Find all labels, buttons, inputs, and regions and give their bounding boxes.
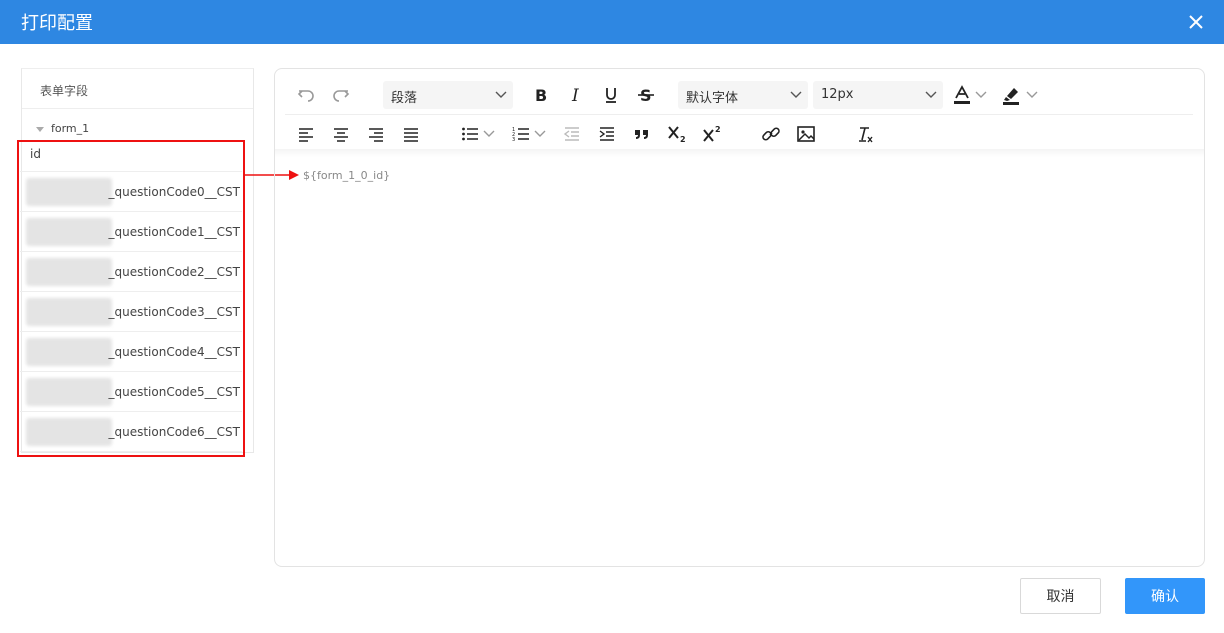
svg-text:I: I: [571, 86, 579, 105]
align-right-icon[interactable]: [363, 121, 389, 147]
cancel-button[interactable]: 取消: [1020, 578, 1101, 614]
field-label: _questionCode0__CST: [108, 185, 240, 199]
blurred-label: [26, 258, 112, 286]
field-label: _questionCode3__CST: [108, 305, 240, 319]
clear-format-icon[interactable]: [852, 121, 878, 147]
rich-text-editor: 段落 B I S 默认字体 12px 1 2 3 2 2 ${form_1_0_…: [274, 68, 1205, 567]
bold-icon[interactable]: B: [528, 82, 554, 108]
numbered-list-icon[interactable]: 123: [508, 121, 534, 147]
field-row-id[interactable]: id: [20, 142, 242, 172]
chevron-down-icon[interactable]: [1024, 82, 1040, 108]
caret-down-icon[interactable]: [36, 126, 44, 132]
image-icon[interactable]: [793, 121, 819, 147]
align-justify-icon[interactable]: [398, 121, 424, 147]
blurred-label: [26, 298, 112, 326]
align-left-icon[interactable]: [293, 121, 319, 147]
tree-node-label: form_1: [51, 122, 90, 135]
field-label: _questionCode1__CST: [108, 225, 240, 239]
link-icon[interactable]: [758, 121, 784, 147]
highlight-icon[interactable]: [998, 82, 1024, 108]
paragraph-select[interactable]: 段落: [383, 81, 513, 109]
font-family-value: 默认字体: [686, 91, 739, 106]
field-label: _questionCode6__CST: [108, 425, 240, 439]
underline-icon[interactable]: [598, 82, 624, 108]
italic-icon[interactable]: I: [563, 82, 589, 108]
blurred-label: [26, 178, 112, 206]
svg-text:2: 2: [715, 125, 721, 134]
field-list: id _questionCode0__CST _questionCode1__C…: [20, 142, 242, 452]
editor-toolbar: 段落 B I S 默认字体 12px 1 2 3 2 2: [285, 75, 1193, 157]
confirm-button[interactable]: 确认: [1125, 578, 1205, 614]
blurred-label: [26, 418, 112, 446]
field-row[interactable]: _questionCode1__CST: [20, 212, 242, 252]
field-label: _questionCode5__CST: [108, 385, 240, 399]
blurred-label: [26, 378, 112, 406]
chevron-down-icon: [495, 91, 507, 98]
indent-icon[interactable]: [594, 121, 620, 147]
paragraph-select-value: 段落: [391, 91, 418, 106]
font-family-select[interactable]: 默认字体: [678, 81, 808, 109]
superscript-icon[interactable]: 2: [699, 121, 725, 147]
blurred-label: [26, 218, 112, 246]
field-label: _questionCode4__CST: [108, 345, 240, 359]
text-color-icon[interactable]: [949, 82, 975, 108]
svg-text:3: 3: [512, 137, 515, 143]
blockquote-icon[interactable]: [629, 121, 655, 147]
font-size-select[interactable]: 12px: [813, 81, 943, 109]
field-row[interactable]: _questionCode5__CST: [20, 372, 242, 412]
close-icon[interactable]: [1186, 12, 1206, 32]
field-row[interactable]: _questionCode2__CST: [20, 252, 242, 292]
field-row[interactable]: _questionCode4__CST: [20, 332, 242, 372]
chevron-down-icon[interactable]: [973, 82, 989, 108]
blurred-label: [26, 338, 112, 366]
chevron-down-icon[interactable]: [532, 121, 548, 147]
svg-text:2: 2: [680, 135, 686, 144]
toolbar-shadow: [275, 149, 1204, 157]
undo-icon[interactable]: [293, 82, 319, 108]
field-row[interactable]: _questionCode3__CST: [20, 292, 242, 332]
outdent-icon[interactable]: [559, 121, 585, 147]
font-size-value: 12px: [821, 87, 854, 102]
field-label: _questionCode2__CST: [108, 265, 240, 279]
dialog-titlebar: 打印配置: [0, 0, 1224, 44]
dialog-title: 打印配置: [21, 13, 93, 34]
chevron-down-icon: [790, 91, 802, 98]
panel-header-label: 表单字段: [40, 84, 89, 98]
panel-header: 表单字段: [22, 69, 253, 109]
field-row[interactable]: _questionCode6__CST: [20, 412, 242, 452]
field-label: id: [30, 147, 41, 161]
tree-node-form[interactable]: form_1: [36, 122, 89, 138]
form-fields-panel: 表单字段 form_1 id _questionCode0__CST _ques…: [20, 68, 254, 453]
align-center-icon[interactable]: [328, 121, 354, 147]
subscript-icon[interactable]: 2: [664, 121, 690, 147]
toolbar-divider: [285, 114, 1193, 115]
redo-icon[interactable]: [328, 82, 354, 108]
editor-content[interactable]: ${form_1_0_id}: [303, 169, 390, 182]
chevron-down-icon: [925, 91, 937, 98]
field-row[interactable]: _questionCode0__CST: [20, 172, 242, 212]
chevron-down-icon[interactable]: [481, 121, 497, 147]
svg-text:B: B: [535, 86, 547, 105]
strikethrough-icon[interactable]: S: [633, 82, 659, 108]
bullet-list-icon[interactable]: [457, 121, 483, 147]
